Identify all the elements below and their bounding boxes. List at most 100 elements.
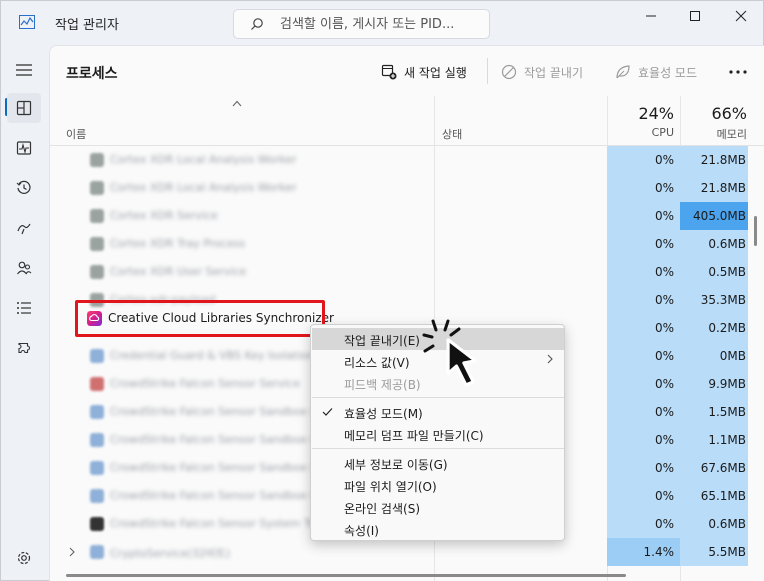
new-task-label: 새 작업 실행 <box>404 65 467 80</box>
details-icon <box>17 302 31 314</box>
menu-item-search-online[interactable]: 온라인 검색(S) <box>312 496 564 518</box>
horizontal-scrollbar[interactable] <box>66 574 626 577</box>
nav-app-history[interactable] <box>7 173 41 203</box>
menu-item-label: 효율성 모드(M) <box>344 407 423 421</box>
menu-item-label: 리소스 값(V) <box>344 356 410 370</box>
app-title: 작업 관리자 <box>55 18 119 33</box>
memory-value: 1.5MB <box>708 405 746 419</box>
memory-value: 1.1MB <box>708 433 746 447</box>
close-button[interactable] <box>719 1 763 31</box>
search-box[interactable] <box>233 9 490 39</box>
menu-item-label: 온라인 검색(S) <box>344 502 420 516</box>
end-task-label: 작업 끝내기 <box>524 65 584 80</box>
cpu-value: 0% <box>654 489 674 503</box>
end-task-icon <box>501 64 517 80</box>
process-name: Cortex XDR Tray Process <box>110 237 246 250</box>
minimize-button[interactable] <box>629 1 673 31</box>
menu-item-efficiency-mode[interactable]: 효율성 모드(M) <box>312 401 564 423</box>
title-bar[interactable]: 작업 관리자 <box>1 1 764 45</box>
process-name: CrowdStrike Falcon Sensor Sandbox Co <box>110 489 325 502</box>
leaf-icon <box>616 65 630 79</box>
table-row[interactable]: Cortex-xdr-payload 0% 35.3MB <box>50 286 764 314</box>
process-icon <box>90 489 104 503</box>
memory-value: 67.6MB <box>700 461 746 475</box>
search-icon <box>251 18 263 30</box>
menu-item-open-file-location[interactable]: 파일 위치 열기(O) <box>312 474 564 496</box>
mouse-pointer-icon <box>422 319 477 387</box>
nav-performance[interactable] <box>7 133 41 163</box>
vertical-scrollbar[interactable] <box>754 216 757 246</box>
table-row[interactable]: Cortex XDR Local Analysis Worker 0% 21.8… <box>50 174 764 202</box>
menu-separator <box>312 448 564 449</box>
maximize-icon <box>690 11 700 21</box>
process-icon <box>90 377 104 391</box>
column-header-name[interactable]: 이름 <box>66 126 86 142</box>
end-task-button[interactable]: 작업 끝내기 <box>501 60 583 84</box>
process-name: Credential Guard & VBS Key Isolation <box>110 349 315 362</box>
process-name: CrowdStrike Falcon Sensor Service <box>110 377 301 390</box>
table-row[interactable]: Cortex XDR Local Analysis Worker 0% 21.8… <box>50 146 764 174</box>
cpu-value: 0% <box>654 461 674 475</box>
process-icon <box>90 461 104 475</box>
nav-services[interactable] <box>7 333 41 363</box>
cpu-value: 0% <box>654 265 674 279</box>
table-row[interactable]: Cortex XDR Tray Process 0% 0.6MB <box>50 230 764 258</box>
memory-total-percent[interactable]: 66% <box>682 104 747 123</box>
selected-process-name[interactable]: Creative Cloud Libraries Synchronizer <box>108 311 334 325</box>
nav-users[interactable] <box>7 253 41 283</box>
cpu-value: 0% <box>654 181 674 195</box>
memory-value: 0.6MB <box>708 237 746 251</box>
memory-value: 65.1MB <box>700 489 746 503</box>
menu-item-create-dump-file[interactable]: 메모리 덤프 파일 만들기(C) <box>312 423 564 445</box>
minimize-icon <box>646 15 656 17</box>
memory-value: 9.9MB <box>708 377 746 391</box>
performance-icon <box>16 141 32 155</box>
new-task-button[interactable]: 새 작업 실행 <box>381 60 467 84</box>
toolbar-separator <box>487 58 488 84</box>
cpu-value: 0% <box>654 349 674 363</box>
table-row[interactable]: CryptoService(32비트) 1.4% 5.5MB <box>50 538 764 566</box>
nav-hamburger-button[interactable] <box>7 55 41 85</box>
process-name: Cortex XDR Service <box>110 209 218 222</box>
maximize-button[interactable] <box>673 1 717 31</box>
process-name: CrowdStrike Falcon Sensor System Tra <box>110 517 321 530</box>
cpu-value: 0% <box>654 153 674 167</box>
page-title: 프로세스 <box>66 66 118 82</box>
cpu-total-percent[interactable]: 24% <box>610 104 674 123</box>
efficiency-mode-label: 효율성 모드 <box>638 65 698 80</box>
efficiency-mode-button[interactable]: 효율성 모드 <box>615 60 697 84</box>
process-icon <box>90 293 104 307</box>
menu-separator <box>312 397 564 398</box>
memory-value: 0.2MB <box>708 321 746 335</box>
nav-details[interactable] <box>7 293 41 323</box>
cpu-value: 1.4% <box>643 545 675 559</box>
cpu-value: 0% <box>654 517 674 531</box>
cpu-value: 0% <box>654 433 674 447</box>
more-options-button[interactable] <box>726 60 750 84</box>
nav-processes[interactable] <box>7 93 41 123</box>
process-icon <box>90 545 104 559</box>
memory-value: 405.0MB <box>693 209 746 223</box>
sort-ascending-icon[interactable] <box>232 100 242 107</box>
task-manager-app-icon <box>19 15 35 29</box>
process-name: Cortex-xdr-payload <box>110 293 216 306</box>
chevron-right-icon[interactable] <box>68 547 76 557</box>
users-icon <box>17 261 32 275</box>
menu-item-label: 속성(I) <box>344 524 379 538</box>
nav-settings[interactable] <box>7 543 41 573</box>
menu-item-go-to-details[interactable]: 세부 정보로 이동(G) <box>312 452 564 474</box>
table-row[interactable]: Cortex XDR Service 0% 405.0MB <box>50 202 764 230</box>
search-input[interactable] <box>280 15 480 33</box>
memory-value: 35.3MB <box>700 293 746 307</box>
column-header-memory[interactable]: 메모리 <box>682 126 747 142</box>
table-row[interactable]: Cortex XDR User Service 0% 0.5MB <box>50 258 764 286</box>
menu-item-properties[interactable]: 속성(I) <box>312 518 564 540</box>
column-header-status[interactable]: 상태 <box>442 126 462 142</box>
nav-startup-apps[interactable] <box>7 213 41 243</box>
services-icon <box>18 342 31 354</box>
app-history-icon <box>16 180 31 194</box>
menu-item-label: 세부 정보로 이동(G) <box>344 458 448 472</box>
memory-value: 0.6MB <box>708 517 746 531</box>
column-header-cpu[interactable]: CPU <box>610 126 674 139</box>
more-horizontal-icon <box>729 70 747 74</box>
